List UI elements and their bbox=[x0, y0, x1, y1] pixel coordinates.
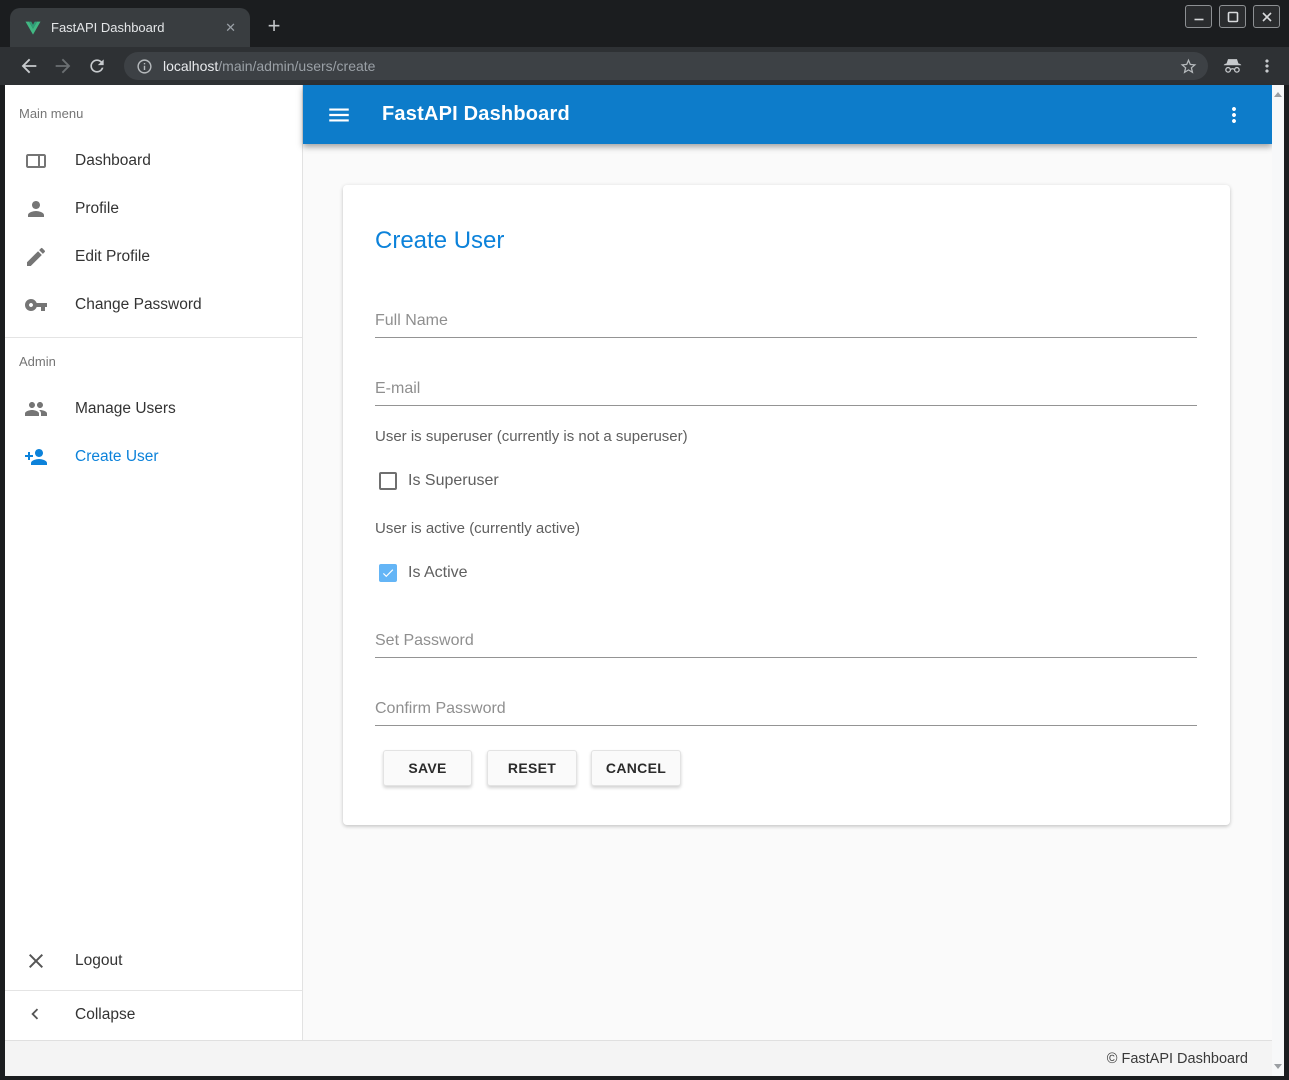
scroll-up-icon[interactable] bbox=[1274, 92, 1282, 97]
sidebar-divider bbox=[5, 337, 302, 338]
app-bar: FastAPI Dashboard bbox=[303, 85, 1272, 144]
window-controls bbox=[1185, 5, 1280, 28]
form-buttons: SAVE RESET CANCEL bbox=[383, 750, 681, 786]
footer-copyright: © FastAPI Dashboard bbox=[1107, 1051, 1248, 1067]
sidebar-item-change-password[interactable]: Change Password bbox=[5, 281, 302, 329]
save-button[interactable]: SAVE bbox=[383, 750, 472, 786]
people-icon bbox=[24, 397, 48, 421]
superuser-checkbox-label: Is Superuser bbox=[408, 472, 499, 490]
sidebar-item-label: Logout bbox=[75, 952, 122, 970]
page-title: Create User bbox=[375, 227, 504, 255]
scroll-down-icon[interactable] bbox=[1274, 1064, 1282, 1069]
sidebar-item-manage-users[interactable]: Manage Users bbox=[5, 385, 302, 433]
active-checkbox-label: Is Active bbox=[408, 564, 468, 582]
reset-button[interactable]: RESET bbox=[487, 750, 577, 786]
vue-favicon-icon bbox=[24, 19, 42, 37]
set-password-field-wrap bbox=[375, 625, 1197, 658]
url-text: localhost/main/admin/users/create bbox=[163, 58, 1179, 74]
sidebar-item-label: Collapse bbox=[75, 1006, 135, 1024]
active-checkbox[interactable] bbox=[379, 564, 397, 582]
full-name-field-wrap bbox=[375, 305, 1197, 338]
active-checkbox-row[interactable]: Is Active bbox=[379, 563, 468, 583]
pencil-icon bbox=[24, 245, 48, 269]
incognito-icon bbox=[1222, 56, 1243, 77]
sidebar-item-create-user[interactable]: Create User bbox=[5, 433, 302, 481]
sidebar-item-label: Edit Profile bbox=[75, 248, 150, 266]
url-host: localhost bbox=[163, 58, 218, 74]
app-menu-kebab-icon[interactable] bbox=[1222, 103, 1246, 127]
browser-tab[interactable]: FastAPI Dashboard ✕ bbox=[10, 8, 250, 47]
superuser-hint: User is superuser (currently is not a su… bbox=[375, 428, 688, 445]
chevron-left-icon bbox=[24, 1003, 48, 1027]
create-user-card: Create User User is superuser (currently… bbox=[343, 185, 1230, 825]
browser-window: FastAPI Dashboard ✕ + bbox=[0, 0, 1289, 1080]
dashboard-icon bbox=[24, 149, 48, 173]
tab-title: FastAPI Dashboard bbox=[51, 20, 221, 35]
address-bar[interactable]: localhost/main/admin/users/create bbox=[124, 52, 1208, 80]
sidebar-item-edit-profile[interactable]: Edit Profile bbox=[5, 233, 302, 281]
close-icon bbox=[24, 949, 48, 973]
email-field-wrap bbox=[375, 373, 1197, 406]
browser-menu-icon[interactable] bbox=[1257, 56, 1277, 76]
sidebar-item-label: Dashboard bbox=[75, 152, 151, 170]
sidebar-item-collapse[interactable]: Collapse bbox=[5, 991, 302, 1039]
set-password-input[interactable] bbox=[375, 625, 1197, 658]
url-path: /main/admin/users/create bbox=[218, 58, 375, 74]
site-info-icon[interactable] bbox=[136, 58, 153, 75]
sidebar-item-label: Create User bbox=[75, 448, 159, 466]
reload-icon[interactable] bbox=[80, 51, 114, 81]
sidebar-item-label: Manage Users bbox=[75, 400, 176, 418]
tab-bar: FastAPI Dashboard ✕ + bbox=[0, 0, 1289, 47]
sidebar-section-admin: Admin bbox=[19, 354, 56, 369]
browser-toolbar: localhost/main/admin/users/create bbox=[0, 47, 1289, 85]
sidebar-section-main-menu: Main menu bbox=[19, 106, 83, 121]
active-hint: User is active (currently active) bbox=[375, 520, 580, 537]
sidebar: Main menu Dashboard Profile Edit Profile… bbox=[5, 85, 303, 1040]
cancel-button[interactable]: CANCEL bbox=[591, 750, 681, 786]
close-window-button[interactable] bbox=[1253, 5, 1280, 28]
footer: © FastAPI Dashboard bbox=[5, 1040, 1272, 1076]
sidebar-item-label: Profile bbox=[75, 200, 119, 218]
back-icon[interactable] bbox=[12, 51, 46, 81]
toolbar-right bbox=[1222, 56, 1277, 77]
forward-icon[interactable] bbox=[46, 51, 80, 81]
minimize-button[interactable] bbox=[1185, 5, 1212, 28]
person-icon bbox=[24, 197, 48, 221]
tab-close-icon[interactable]: ✕ bbox=[221, 18, 240, 38]
person-add-icon bbox=[24, 445, 48, 469]
page-scrollbar[interactable] bbox=[1272, 85, 1284, 1076]
hamburger-menu-icon[interactable] bbox=[326, 102, 352, 128]
sidebar-item-dashboard[interactable]: Dashboard bbox=[5, 137, 302, 185]
superuser-checkbox-row[interactable]: Is Superuser bbox=[379, 471, 499, 491]
sidebar-item-logout[interactable]: Logout bbox=[5, 937, 302, 985]
bookmark-star-icon[interactable] bbox=[1179, 57, 1198, 76]
app-title: FastAPI Dashboard bbox=[382, 103, 570, 126]
email-input[interactable] bbox=[375, 373, 1197, 406]
maximize-button[interactable] bbox=[1219, 5, 1246, 28]
full-name-input[interactable] bbox=[375, 305, 1197, 338]
sidebar-item-label: Change Password bbox=[75, 296, 202, 314]
key-icon bbox=[24, 293, 48, 317]
confirm-password-field-wrap bbox=[375, 693, 1197, 726]
sidebar-item-profile[interactable]: Profile bbox=[5, 185, 302, 233]
superuser-checkbox[interactable] bbox=[379, 472, 397, 490]
new-tab-button[interactable]: + bbox=[260, 12, 288, 40]
confirm-password-input[interactable] bbox=[375, 693, 1197, 726]
